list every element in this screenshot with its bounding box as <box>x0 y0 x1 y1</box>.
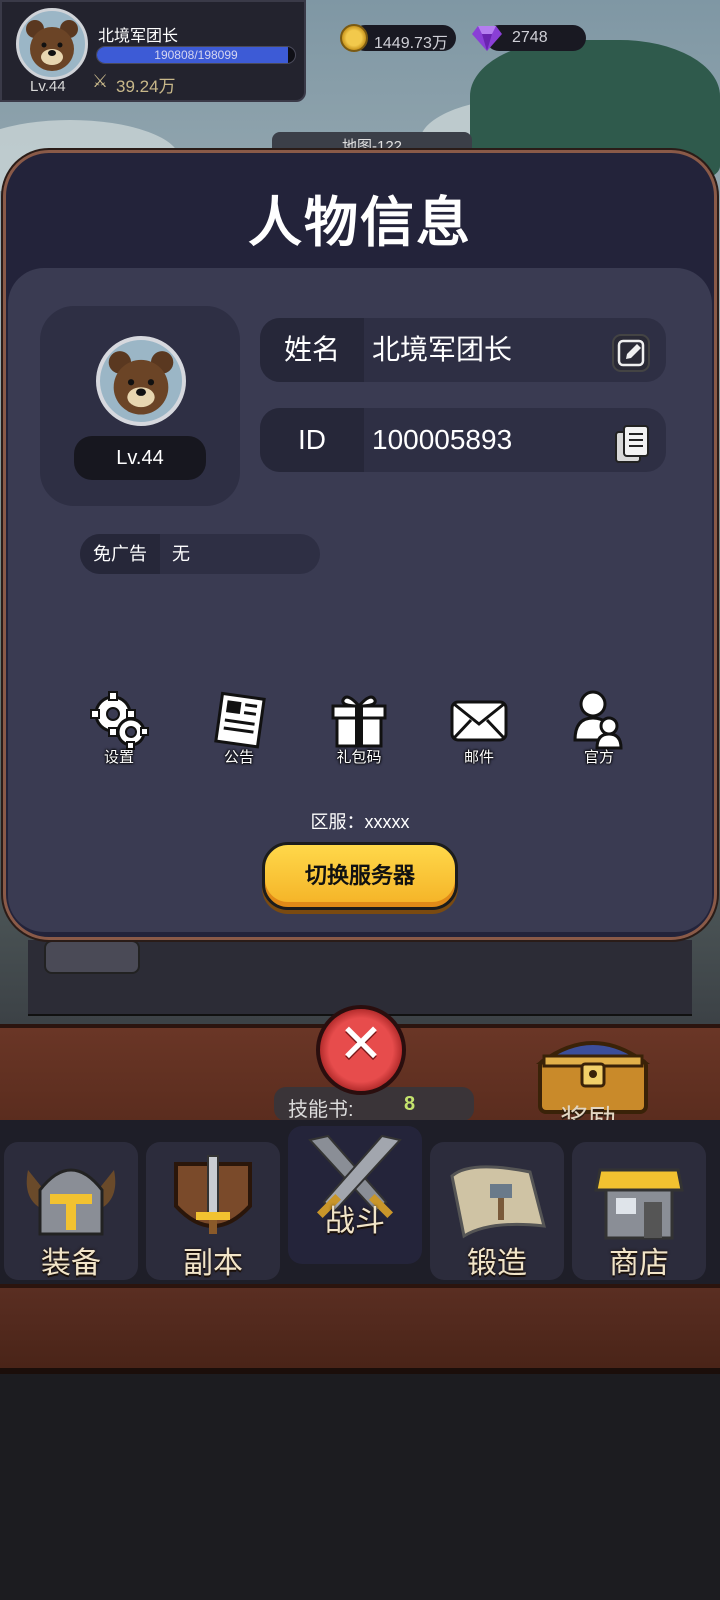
gem-icon <box>472 26 502 51</box>
name-row: 姓名 北境军团长 <box>260 318 666 382</box>
nav-tab-equipment[interactable]: 装备 <box>4 1142 138 1280</box>
bear-avatar-icon <box>26 20 78 71</box>
xp-text: 190808/198099 <box>154 48 238 62</box>
profile-avatar[interactable] <box>96 336 186 426</box>
copy-icon[interactable] <box>614 424 650 464</box>
gift-icon <box>331 695 387 748</box>
mail-button[interactable]: 邮件 <box>434 690 524 770</box>
menu-label: 设置 <box>103 749 134 766</box>
newspaper-icon <box>214 691 266 749</box>
helmet-icon <box>26 1168 116 1236</box>
gear-icon <box>90 691 149 750</box>
level-badge: Lv.44 <box>74 436 206 480</box>
no-ads-key: 免广告 <box>80 534 160 574</box>
switch-server-button[interactable]: 切换服务器 <box>262 842 458 910</box>
name-key: 姓名 <box>260 318 364 382</box>
crossed-swords-icon: ⚔ <box>92 71 109 91</box>
menu-label: 邮件 <box>463 749 494 766</box>
wood-panel <box>0 1284 720 1374</box>
official-button[interactable]: 官方 <box>554 690 644 770</box>
combat-power: 39.24万 <box>116 77 176 96</box>
xp-bar: 190808/198099 <box>96 46 296 64</box>
server-info: 区服：xxxxx <box>310 812 410 832</box>
sword-shield-icon <box>174 1155 252 1234</box>
name-value: 北境军团长 <box>372 334 513 365</box>
nav-label: 副本 <box>183 1247 243 1280</box>
skill-book-count: 8 <box>404 1093 416 1115</box>
settings-button[interactable]: 设置 <box>74 690 164 770</box>
close-icon[interactable]: ✕ <box>316 1012 406 1075</box>
menu-label: 官方 <box>583 749 614 766</box>
modal-title: 人物信息 <box>248 193 472 253</box>
nav-tab-battle[interactable]: 战斗 <box>288 1126 422 1264</box>
menu-label: 礼包码 <box>336 749 382 766</box>
id-row: ID 100005893 <box>260 408 666 472</box>
edit-name-button[interactable] <box>612 334 650 372</box>
nav-label: 战斗 <box>325 1205 385 1238</box>
nav-tab-shop[interactable]: 商店 <box>572 1142 706 1280</box>
level-badge <box>44 940 140 974</box>
mail-icon <box>450 700 508 742</box>
nav-label: 商店 <box>609 1247 669 1280</box>
gift-code-button[interactable]: 礼包码 <box>314 690 404 770</box>
player-avatar[interactable] <box>16 8 88 80</box>
no-ads-value: 无 <box>172 544 190 564</box>
announcement-button[interactable]: 公告 <box>194 690 284 770</box>
coin-icon <box>340 24 368 52</box>
scroll-hammer-icon <box>450 1165 546 1239</box>
menu-label: 公告 <box>223 749 254 766</box>
gem-amount: 2748 <box>512 29 548 46</box>
nav-label: 装备 <box>41 1247 101 1280</box>
nav-label: 锻造 <box>467 1247 527 1280</box>
player-level: Lv.44 <box>30 78 66 95</box>
id-value: 100005893 <box>372 424 513 455</box>
shop-icon <box>594 1168 684 1240</box>
nav-tab-forge[interactable]: 锻造 <box>430 1142 564 1280</box>
person-icon <box>573 690 623 750</box>
player-name: 北境军团长 <box>98 28 179 45</box>
id-key: ID <box>260 408 364 472</box>
coin-amount: 1449.73万 <box>374 35 448 52</box>
skill-book-label: 技能书: <box>288 1099 354 1121</box>
nav-tab-dungeon[interactable]: 副本 <box>146 1142 280 1280</box>
pencil-icon <box>617 339 645 367</box>
no-ads-row: 免广告 无 <box>80 534 320 574</box>
bear-avatar-icon <box>108 351 174 415</box>
